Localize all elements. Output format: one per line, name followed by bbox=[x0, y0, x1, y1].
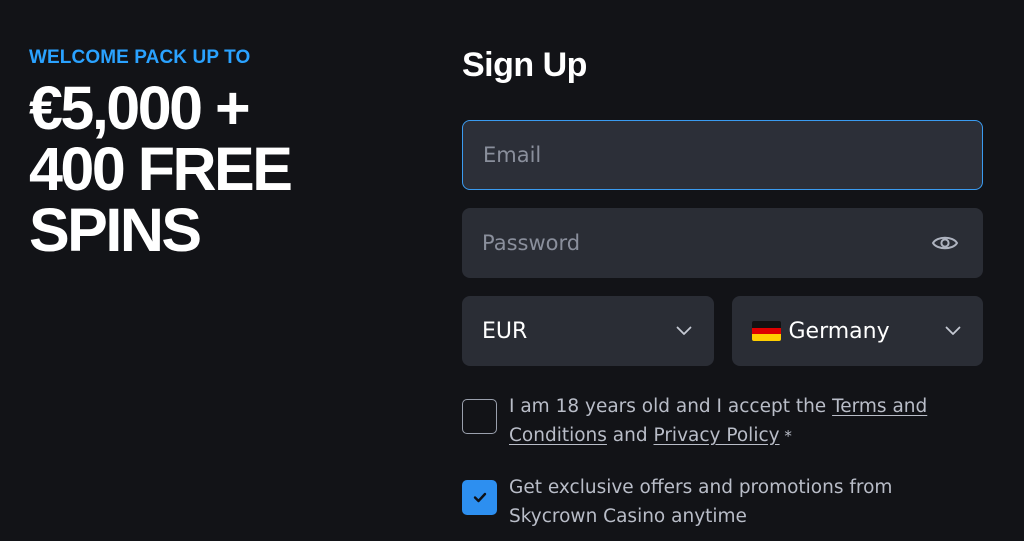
currency-select[interactable]: EUR bbox=[462, 296, 714, 366]
promo-headline-line: SPINS bbox=[29, 196, 202, 264]
promo-headline-line: 400 FREE bbox=[29, 135, 293, 203]
signup-title: Sign Up bbox=[462, 46, 587, 84]
signup-form: Sign Up EUR bbox=[462, 40, 983, 531]
eye-icon[interactable] bbox=[931, 233, 959, 253]
email-field[interactable] bbox=[483, 143, 962, 167]
offers-checkbox[interactable] bbox=[462, 480, 497, 515]
chevron-down-icon bbox=[945, 326, 961, 335]
offers-consent-text: Get exclusive offers and promotions from… bbox=[509, 477, 893, 527]
offers-consent-row: Get exclusive offers and promotions from… bbox=[462, 473, 983, 531]
signup-page: WELCOME PACK UP TO €5,000 + 400 FREE SPI… bbox=[0, 0, 1024, 541]
terms-consent-row: I am 18 years old and I accept the Terms… bbox=[462, 392, 983, 451]
promo-headline-line: €5,000 + bbox=[29, 74, 251, 142]
country-select[interactable]: Germany bbox=[731, 296, 983, 366]
welcome-promo: WELCOME PACK UP TO €5,000 + 400 FREE SPI… bbox=[29, 46, 409, 261]
password-field-container bbox=[462, 208, 983, 278]
germany-flag-icon bbox=[751, 321, 781, 341]
email-field-container bbox=[462, 120, 983, 190]
check-icon bbox=[473, 492, 486, 503]
currency-country-row: EUR Germany bbox=[462, 296, 983, 366]
chevron-down-icon bbox=[676, 326, 691, 335]
password-field[interactable] bbox=[482, 231, 963, 255]
promo-kicker: WELCOME PACK UP TO bbox=[29, 47, 251, 68]
privacy-policy-link[interactable]: Privacy Policy bbox=[654, 425, 780, 446]
currency-value: EUR bbox=[482, 318, 528, 344]
terms-checkbox[interactable] bbox=[462, 399, 497, 434]
terms-middle: and bbox=[606, 425, 654, 446]
terms-consent-text: I am 18 years old and I accept the Terms… bbox=[509, 392, 959, 451]
promo-headline: €5,000 + 400 FREE SPINS bbox=[29, 78, 409, 261]
country-value: Germany bbox=[788, 318, 890, 344]
terms-prefix: I am 18 years old and I accept the bbox=[509, 396, 833, 417]
required-mark: * bbox=[779, 427, 792, 445]
